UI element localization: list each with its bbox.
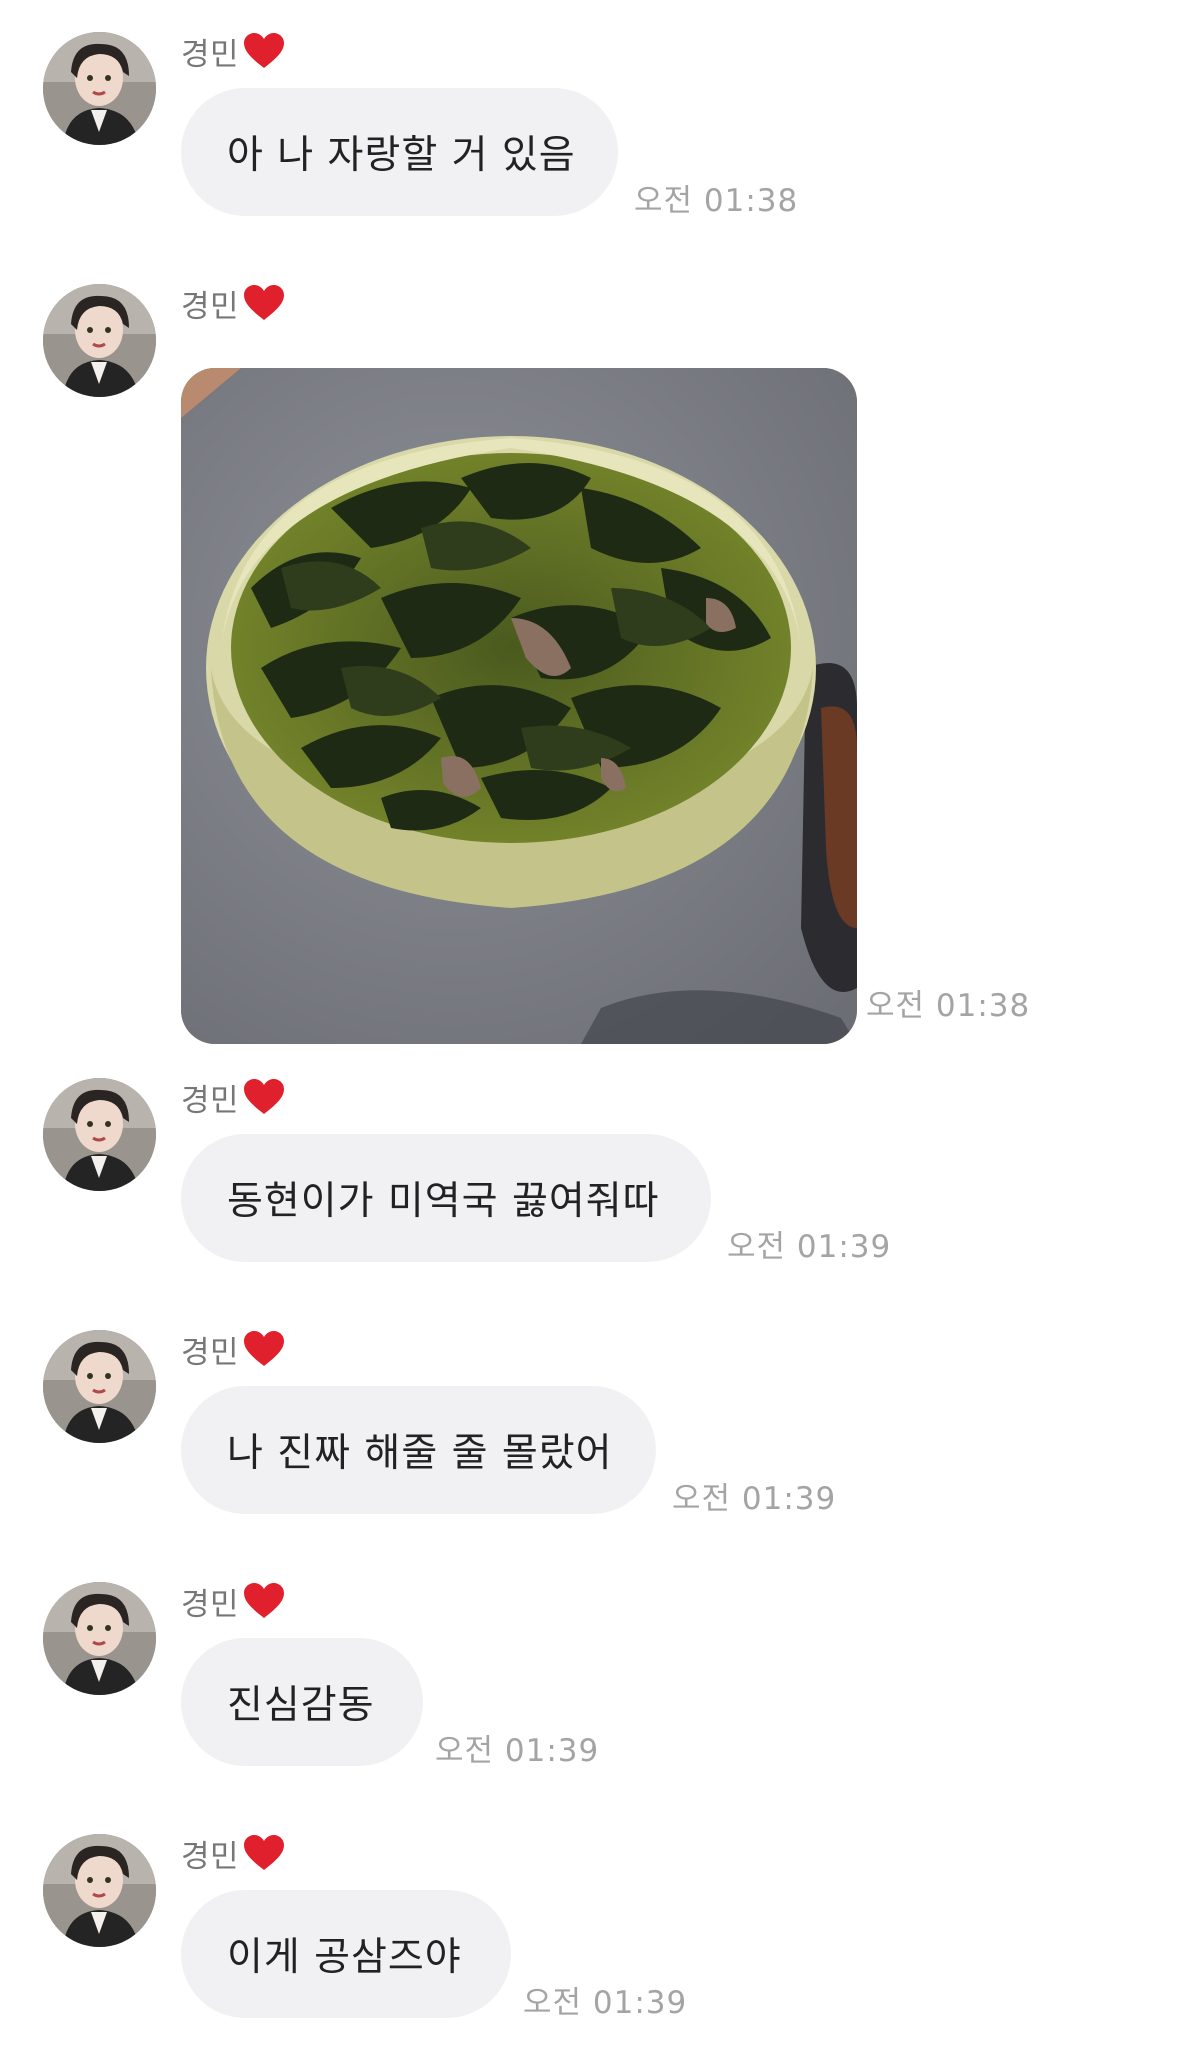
sender-label: 경민 — [181, 1082, 240, 1119]
sender-name: 경민 — [181, 28, 285, 74]
message-time: 오전 01:38 — [866, 988, 1031, 1024]
sender-name: 경민 — [181, 1830, 285, 1876]
sender-name: 경민 — [181, 1326, 285, 1372]
message-bubble[interactable]: 진심감동 — [181, 1638, 423, 1766]
sender-label: 경민 — [181, 1586, 240, 1623]
message-bubble[interactable]: 아 나 자랑할 거 있음 — [181, 88, 618, 216]
avatar-image — [43, 1330, 156, 1443]
avatar[interactable] — [43, 1834, 156, 1947]
avatar-image — [43, 284, 156, 397]
avatar[interactable] — [43, 284, 156, 397]
message-time: 오전 01:39 — [435, 1733, 600, 1769]
avatar-image — [43, 1078, 156, 1191]
avatar[interactable] — [43, 32, 156, 145]
red-heart-icon — [243, 284, 285, 322]
message-bubble[interactable]: 나 진짜 해줄 줄 몰랐어 — [181, 1386, 656, 1514]
red-heart-icon — [243, 32, 285, 70]
message-time: 오전 01:38 — [634, 183, 799, 219]
red-heart-icon — [243, 1582, 285, 1620]
sender-label: 경민 — [181, 288, 240, 325]
avatar[interactable] — [43, 1330, 156, 1443]
sender-name: 경민 — [181, 1074, 285, 1120]
sender-name: 경민 — [181, 280, 285, 326]
avatar-image — [43, 32, 156, 145]
red-heart-icon — [243, 1834, 285, 1872]
avatar[interactable] — [43, 1582, 156, 1695]
message-bubble[interactable]: 이게 공삼즈야 — [181, 1890, 511, 2018]
sender-name: 경민 — [181, 1578, 285, 1624]
message-time: 오전 01:39 — [523, 1985, 688, 2021]
message-time: 오전 01:39 — [672, 1481, 837, 1517]
avatar-image — [43, 1582, 156, 1695]
sender-label: 경민 — [181, 1838, 240, 1875]
red-heart-icon — [243, 1078, 285, 1116]
sender-label: 경민 — [181, 1334, 240, 1371]
red-heart-icon — [243, 1330, 285, 1368]
message-bubble[interactable]: 동현이가 미역국 끓여줘따 — [181, 1134, 711, 1262]
sender-label: 경민 — [181, 36, 240, 73]
seaweed-soup-photo[interactable] — [181, 368, 857, 1044]
avatar-image — [43, 1834, 156, 1947]
avatar[interactable] — [43, 1078, 156, 1191]
message-time: 오전 01:39 — [727, 1229, 892, 1265]
